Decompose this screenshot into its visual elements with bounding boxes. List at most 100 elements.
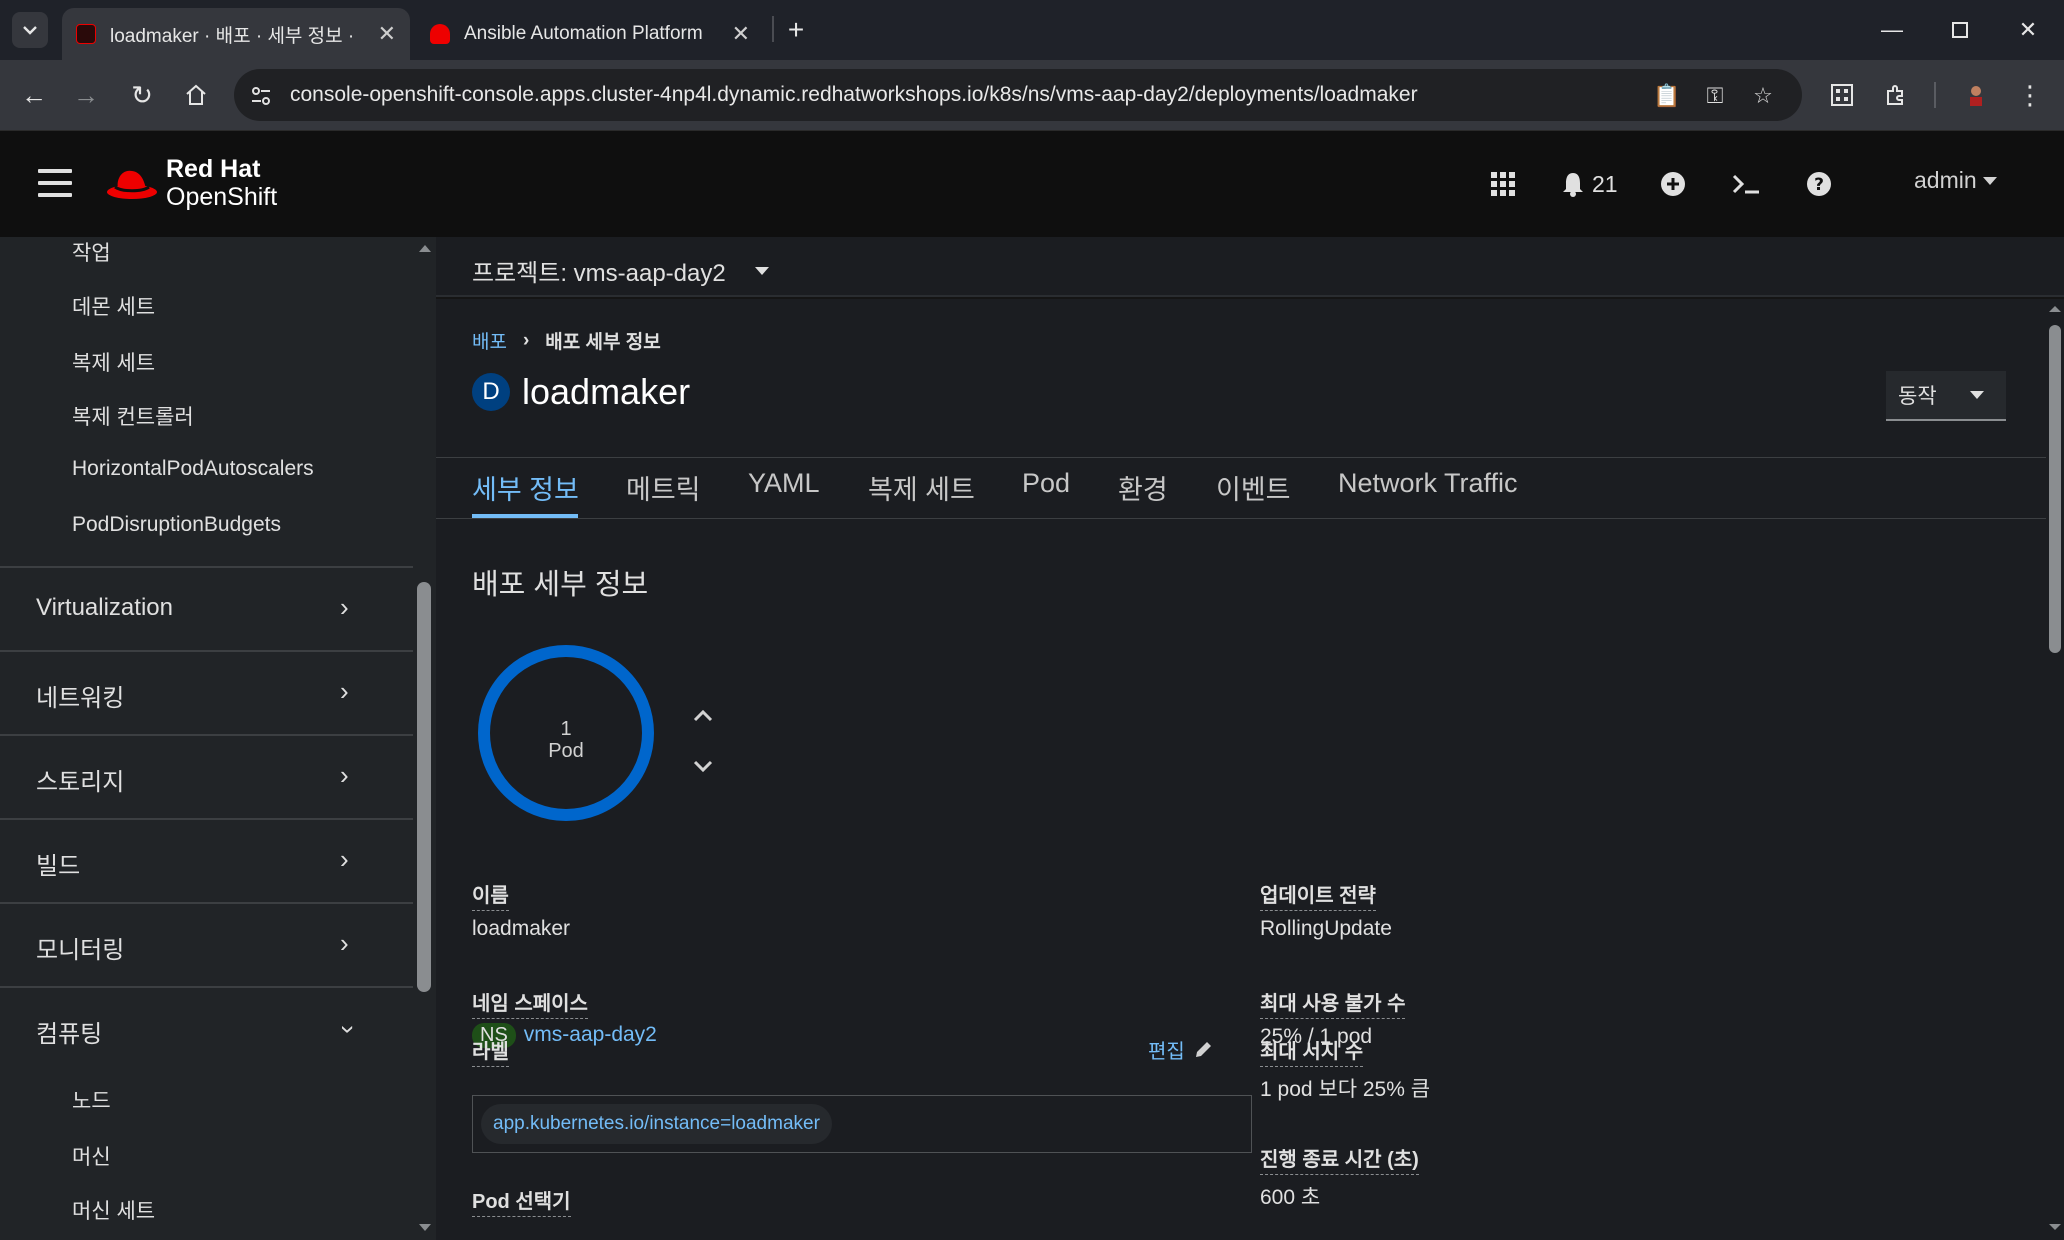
- profile-icon: [1970, 86, 1982, 106]
- edit-label: 편집: [1148, 1041, 1185, 1063]
- grid-icon: [1491, 172, 1515, 196]
- scroll-up-icon[interactable]: [414, 241, 436, 255]
- breadcrumb-link-deployments[interactable]: 배포: [472, 327, 507, 354]
- project-dropdown[interactable]: 프로젝트: vms-aap-day2: [472, 253, 770, 288]
- sidebar-item-pdb[interactable]: PodDisruptionBudgets: [72, 513, 281, 537]
- sidebar-item-machines[interactable]: 머신: [72, 1141, 111, 1171]
- pod-scale-controls: [692, 689, 714, 789]
- actions-dropdown[interactable]: 동작: [1886, 371, 2006, 421]
- sidebar-item-nodes[interactable]: 노드: [72, 1085, 111, 1115]
- user-menu[interactable]: admin: [1914, 167, 1997, 194]
- browser-menu-button[interactable]: ⋮: [2012, 77, 2048, 113]
- maximize-button[interactable]: [1940, 12, 1980, 48]
- tab-replicasets[interactable]: 복제 세트: [868, 468, 975, 507]
- qr-code-icon[interactable]: [1824, 77, 1860, 113]
- close-tab-icon[interactable]: ✕: [378, 21, 396, 47]
- actions-label: 동작: [1898, 385, 1937, 408]
- tab-pods[interactable]: Pod: [1022, 468, 1070, 499]
- max-surge-value: 1 pod 보다 25% 큼: [1260, 1078, 1431, 1101]
- maximize-icon: [1952, 22, 1968, 38]
- scale-up-button[interactable]: [692, 689, 714, 739]
- sidebar-group-label: 컴퓨팅: [36, 1021, 103, 1048]
- close-window-button[interactable]: ✕: [2008, 12, 2048, 48]
- close-tab-icon[interactable]: ✕: [732, 21, 750, 47]
- sidebar-group-networking[interactable]: 네트워킹 ›: [0, 650, 413, 734]
- toolbar-divider: [1934, 82, 1936, 108]
- tab-network-traffic[interactable]: Network Traffic: [1338, 468, 1518, 499]
- qr-icon: [1831, 84, 1853, 106]
- extensions-icon[interactable]: [1878, 77, 1914, 113]
- sidebar-item-hpa[interactable]: HorizontalPodAutoscalers: [72, 457, 314, 481]
- minimize-button[interactable]: —: [1872, 12, 1912, 48]
- brand-line1: Red Hat: [166, 155, 261, 183]
- browser-tab-ansible[interactable]: Ansible Automation Platform ✕: [416, 8, 764, 60]
- label-chip[interactable]: app.kubernetes.io/instance=loadmaker: [481, 1104, 832, 1144]
- active-tab-indicator: [472, 514, 578, 518]
- openshift-logo[interactable]: Red Hat OpenShift: [106, 155, 277, 211]
- project-label: 프로젝트: vms-aap-day2: [472, 260, 726, 287]
- tab-metrics[interactable]: 메트릭: [626, 468, 701, 507]
- max-surge-label: 최대 서지 수: [1260, 1035, 1364, 1067]
- user-name: admin: [1914, 167, 1977, 193]
- edit-labels-button[interactable]: 편집: [1148, 1035, 1213, 1064]
- address-bar[interactable]: console-openshift-console.apps.cluster-4…: [234, 69, 1802, 121]
- nav-toggle-button[interactable]: [38, 169, 72, 199]
- chevron-down-icon: [693, 760, 713, 773]
- chevron-right-icon: ›: [340, 676, 349, 706]
- help-button[interactable]: ?: [1806, 167, 1832, 201]
- reload-button[interactable]: ↻: [124, 77, 160, 113]
- labels-box: app.kubernetes.io/instance=loadmaker: [472, 1095, 1252, 1153]
- new-tab-button[interactable]: +: [776, 12, 816, 48]
- profile-avatar[interactable]: [1958, 77, 1994, 113]
- url-text[interactable]: console-openshift-console.apps.cluster-4…: [290, 83, 1418, 107]
- terminal-button[interactable]: [1732, 167, 1760, 201]
- tab-events[interactable]: 이벤트: [1216, 468, 1291, 507]
- browser-tab-bar: loadmaker · 배포 · 세부 정보 · ✕ Ansible Autom…: [0, 0, 2064, 60]
- tab-details[interactable]: 세부 정보: [472, 468, 579, 507]
- sidebar-group-virtualization[interactable]: Virtualization ›: [0, 566, 413, 650]
- sidebar-item-daemonsets[interactable]: 데몬 세트: [72, 291, 155, 321]
- scroll-down-icon[interactable]: [414, 1221, 436, 1235]
- page-content: 배포 › 배포 세부 정보 D loadmaker 동작 세부 정보 메트릭 Y…: [436, 299, 2046, 1240]
- scroll-down-icon[interactable]: [2046, 1221, 2064, 1233]
- home-button[interactable]: [178, 77, 214, 113]
- key-icon[interactable]: ⚿: [1702, 83, 1728, 109]
- tab-yaml[interactable]: YAML: [748, 468, 820, 499]
- app-launcher-icon[interactable]: [1490, 167, 1516, 201]
- notifications-button[interactable]: 21: [1562, 167, 1618, 201]
- bookmark-star-icon[interactable]: ☆: [1750, 83, 1776, 109]
- browser-tab-loadmaker[interactable]: loadmaker · 배포 · 세부 정보 · ✕: [62, 8, 410, 60]
- plus-circle-icon: [1661, 172, 1685, 196]
- name-value: loadmaker: [472, 917, 571, 940]
- sidebar-group-compute[interactable]: 컴퓨팅 ›: [0, 986, 413, 1070]
- forward-button[interactable]: →: [68, 77, 104, 113]
- breadcrumb-separator-icon: ›: [522, 329, 530, 351]
- sidebar-group-builds[interactable]: 빌드 ›: [0, 818, 413, 902]
- sidebar-item-replicasets[interactable]: 복제 세트: [72, 347, 155, 377]
- back-button[interactable]: ←: [16, 77, 52, 113]
- name-label: 이름: [472, 879, 509, 911]
- redhat-favicon-icon: [430, 24, 450, 44]
- quick-create-button[interactable]: [1660, 167, 1686, 201]
- sidebar-item-replicationcontrollers[interactable]: 복제 컨트롤러: [72, 401, 194, 431]
- bell-icon: [1563, 173, 1583, 197]
- project-selector-bar: 프로젝트: vms-aap-day2: [436, 237, 2064, 297]
- sidebar-item-machinesets[interactable]: 머신 세트: [72, 1195, 155, 1225]
- tab-search-button[interactable]: [12, 12, 48, 48]
- sidebar-group-monitoring[interactable]: 모니터링 ›: [0, 902, 413, 986]
- chevron-down-icon: [23, 26, 37, 35]
- deployment-kind-badge: D: [472, 373, 510, 411]
- page-title: D loadmaker: [472, 371, 690, 413]
- scale-down-button[interactable]: [692, 739, 714, 789]
- sidebar-item-jobs[interactable]: 작업: [72, 237, 111, 267]
- scroll-up-icon[interactable]: [2046, 303, 2064, 315]
- clipboard-icon[interactable]: 📋: [1653, 83, 1680, 109]
- tab-environment[interactable]: 환경: [1118, 468, 1168, 507]
- sidebar-scroll-thumb[interactable]: [417, 582, 431, 992]
- tune-icon: [252, 87, 270, 105]
- sidebar-group-storage[interactable]: 스토리지 ›: [0, 734, 413, 818]
- main-scroll-thumb[interactable]: [2049, 325, 2061, 653]
- namespace-link[interactable]: vms-aap-day2: [524, 1023, 657, 1046]
- site-info-icon[interactable]: [248, 83, 274, 109]
- notification-count: 21: [1592, 170, 1618, 197]
